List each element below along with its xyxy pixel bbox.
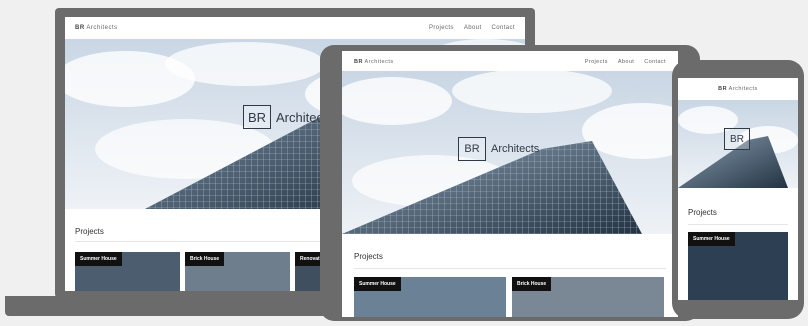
brand-logo[interactable]: BR Architects — [354, 59, 394, 65]
brand-logo[interactable]: BR Architects — [75, 25, 118, 31]
hero-logo-initials: BR — [247, 109, 267, 125]
section-title: Projects — [75, 227, 104, 236]
brand-name: Architects — [728, 86, 758, 92]
top-nav: BR Architects Projects About Contact — [342, 51, 678, 73]
brand-logo[interactable]: BR Architects — [718, 86, 758, 92]
card-label: Brick House — [512, 277, 552, 291]
brand-initials: BR — [718, 86, 728, 92]
brand-initials: BR — [75, 25, 85, 31]
nav-contact[interactable]: Contact — [644, 59, 666, 65]
hero-logo: BR — [724, 128, 750, 150]
hero-image: BR Architects — [342, 71, 678, 234]
hero-image: BR — [678, 100, 798, 188]
brand-initials: BR — [354, 59, 363, 65]
nav-about[interactable]: About — [464, 25, 482, 31]
nav-contact[interactable]: Contact — [492, 25, 515, 31]
nav-projects[interactable]: Projects — [429, 25, 454, 31]
card-label: Summer House — [354, 277, 401, 291]
card-label: Brick House — [185, 252, 225, 266]
hero-logo: BR Architects — [458, 137, 539, 161]
tablet-screen: BR Architects Projects About Contact BR … — [342, 51, 678, 317]
brand-name: Architects — [364, 59, 394, 65]
nav-about[interactable]: About — [618, 59, 634, 65]
phone-screen: BR Architects BR Projects Summer House — [678, 78, 798, 300]
project-card[interactable]: Summer House — [354, 277, 506, 317]
project-card[interactable]: Summer House — [75, 252, 180, 291]
section-title: Projects — [354, 252, 383, 261]
card-label: Summer House — [688, 232, 735, 246]
project-card[interactable]: Brick House — [185, 252, 290, 291]
hero-logo-text: Architects — [491, 143, 540, 155]
nav-projects[interactable]: Projects — [585, 59, 608, 65]
top-nav: BR Architects Projects About Contact — [65, 17, 525, 39]
top-nav: BR Architects — [678, 78, 798, 100]
section-title: Projects — [688, 208, 717, 217]
laptop-base — [5, 296, 335, 316]
hero-logo-initials: BR — [464, 143, 480, 155]
project-card[interactable]: Summer House — [688, 232, 788, 300]
project-card[interactable]: Brick House — [512, 277, 664, 317]
card-label: Summer House — [75, 252, 122, 266]
brand-name: Architects — [86, 25, 118, 31]
hero-logo-initials: BR — [730, 133, 744, 145]
